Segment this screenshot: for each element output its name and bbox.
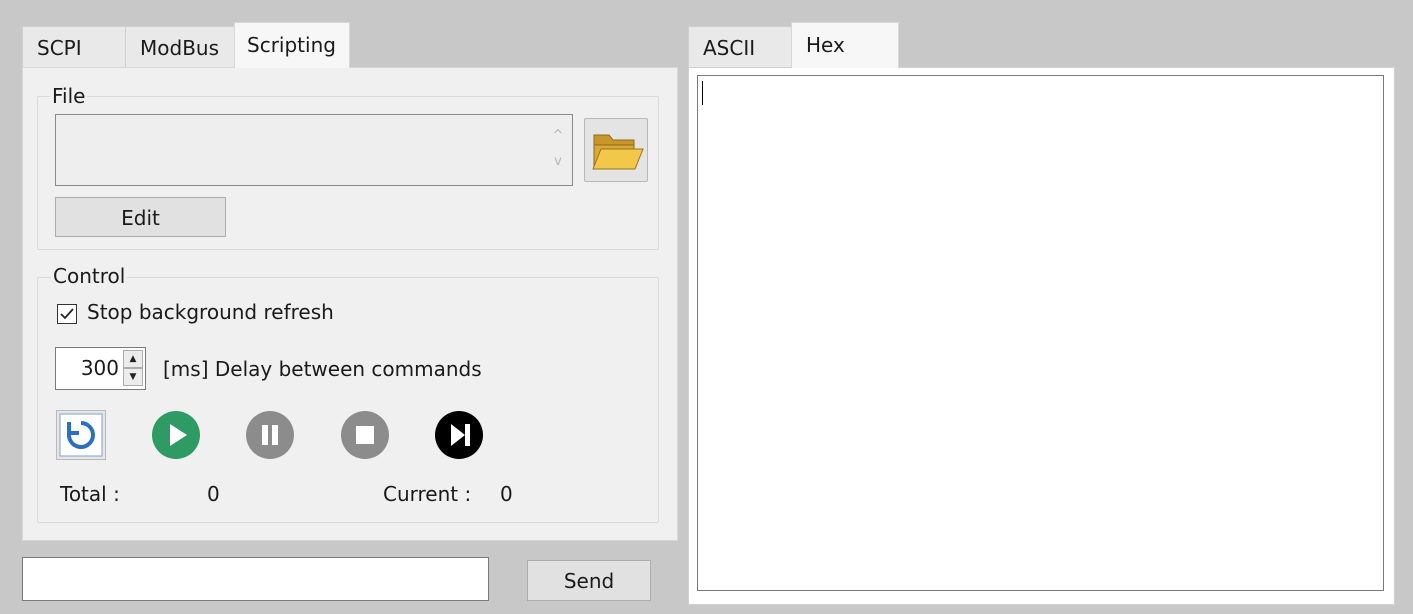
triangle-up-icon: ▲ — [129, 354, 137, 364]
folder-open-icon — [592, 134, 644, 170]
tab-scripting[interactable]: Scripting — [234, 22, 350, 68]
output-text-area[interactable] — [697, 75, 1384, 591]
delay-increment-button[interactable]: ▲ — [123, 350, 143, 368]
pause-button[interactable] — [246, 411, 294, 459]
step-icon — [451, 424, 470, 446]
triangle-down-icon: ▼ — [129, 372, 137, 382]
total-label: Total : — [60, 482, 120, 506]
total-value: 0 — [207, 482, 220, 506]
stop-refresh-checkbox[interactable] — [57, 304, 77, 324]
edit-button-label: Edit — [121, 206, 160, 230]
step-button[interactable] — [435, 411, 483, 459]
checkmark-icon — [60, 308, 74, 320]
tab-modbus-label: ModBus — [140, 36, 220, 60]
reload-icon — [59, 413, 103, 457]
command-input[interactable] — [22, 557, 489, 601]
play-button[interactable] — [152, 411, 200, 459]
tab-ascii[interactable]: ASCII — [688, 26, 792, 68]
file-path-field[interactable]: ^ v — [55, 114, 573, 186]
scroll-up-icon[interactable]: ^ — [550, 123, 566, 149]
current-label: Current : — [383, 482, 472, 506]
tab-modbus[interactable]: ModBus — [125, 26, 235, 68]
stop-button[interactable] — [341, 411, 389, 459]
play-icon — [170, 424, 187, 446]
send-button[interactable]: Send — [527, 560, 651, 601]
current-value: 0 — [500, 482, 513, 506]
delay-value: 300 — [80, 356, 119, 380]
browse-file-button[interactable] — [584, 118, 648, 182]
edit-button[interactable]: Edit — [55, 197, 226, 237]
pause-icon — [262, 425, 278, 445]
file-field-scrollbar[interactable]: ^ v — [550, 123, 566, 179]
tab-hex[interactable]: Hex — [791, 22, 899, 68]
tab-scripting-label: Scripting — [247, 33, 336, 57]
tab-scpi[interactable]: SCPI — [22, 26, 126, 68]
delay-stepper-buttons: ▲ ▼ — [123, 350, 143, 387]
tab-scpi-label: SCPI — [37, 36, 82, 60]
scroll-down-icon[interactable]: v — [550, 149, 566, 175]
tab-ascii-label: ASCII — [703, 36, 756, 60]
tab-hex-label: Hex — [806, 33, 845, 57]
file-group-title: File — [50, 84, 88, 108]
stop-icon — [356, 426, 374, 444]
delay-label: [ms] Delay between commands — [163, 357, 482, 381]
delay-decrement-button[interactable]: ▼ — [123, 368, 143, 386]
control-group-title: Control — [51, 264, 128, 288]
delay-stepper[interactable]: 300 ▲ ▼ — [55, 347, 146, 390]
send-button-label: Send — [563, 569, 615, 593]
text-caret — [702, 81, 703, 105]
reload-button[interactable] — [56, 410, 106, 460]
stop-refresh-label: Stop background refresh — [87, 300, 334, 324]
